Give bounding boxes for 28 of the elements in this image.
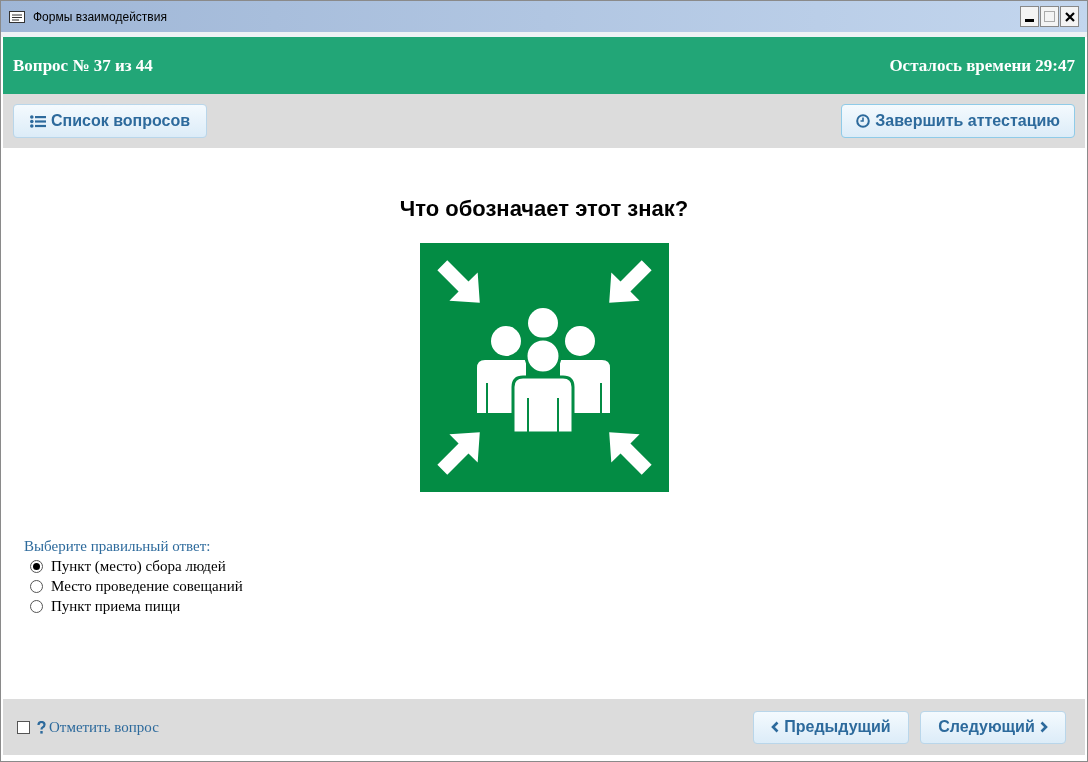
answer-label: Пункт приема пищи bbox=[51, 596, 181, 616]
maximize-icon bbox=[1044, 11, 1055, 22]
answer-label: Место проведение совещаний bbox=[51, 576, 243, 596]
chevron-left-icon bbox=[771, 721, 780, 733]
minimize-icon bbox=[1025, 19, 1034, 22]
window-title: Формы взаимодействия bbox=[33, 8, 167, 26]
radio-button[interactable] bbox=[30, 579, 43, 593]
minimize-button[interactable] bbox=[1020, 6, 1039, 27]
question-counter: Вопрос № 37 из 44 bbox=[13, 54, 153, 77]
question-text: Что обозначает этот знак? bbox=[399, 195, 689, 223]
next-button[interactable]: Следующий bbox=[920, 710, 1066, 744]
radio-button[interactable] bbox=[30, 599, 43, 613]
radio-button[interactable] bbox=[30, 559, 43, 573]
answer-label: Пункт (место) сбора людей bbox=[51, 556, 226, 576]
list-icon bbox=[30, 114, 46, 128]
close-icon bbox=[1064, 11, 1075, 22]
answer-prompt: Выберите правильный ответ: bbox=[24, 537, 212, 556]
mark-checkbox[interactable] bbox=[17, 720, 30, 734]
question-list-button[interactable]: Список вопросов bbox=[13, 104, 208, 138]
close-button[interactable] bbox=[1060, 6, 1079, 27]
mark-question-link[interactable]: Отметить вопрос bbox=[49, 715, 159, 739]
question-mark-icon bbox=[37, 720, 46, 734]
previous-button[interactable]: Предыдущий bbox=[753, 710, 909, 744]
time-remaining: Осталось времени 29:47 bbox=[889, 54, 1075, 77]
window-icon bbox=[9, 10, 25, 23]
chevron-right-icon bbox=[1039, 721, 1048, 733]
finish-attestation-button[interactable]: Завершить аттестацию bbox=[841, 104, 1075, 138]
clock-icon bbox=[856, 114, 871, 128]
